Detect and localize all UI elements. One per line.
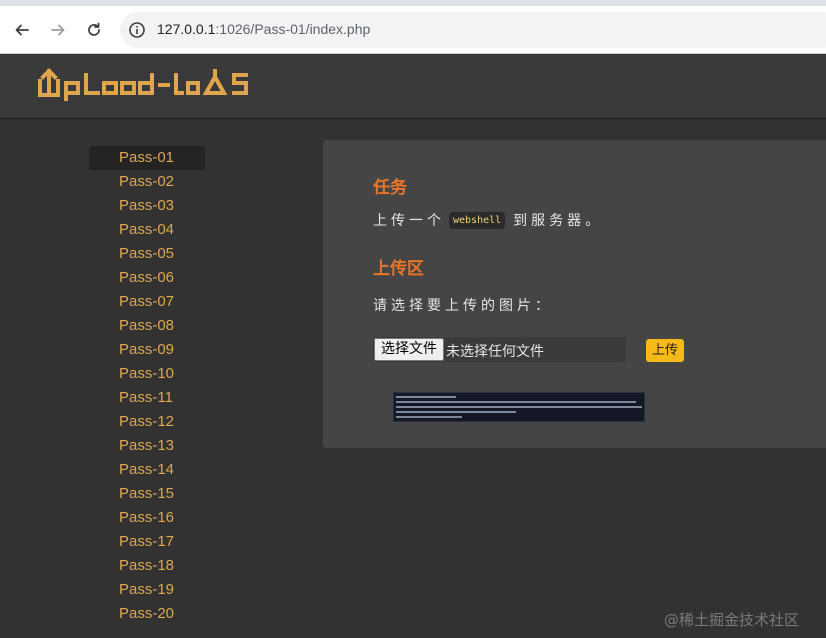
site-logo[interactable] — [36, 67, 266, 108]
terminal-line — [396, 406, 642, 408]
upload-button[interactable]: 上传 — [646, 339, 685, 362]
terminal-line — [396, 401, 636, 403]
terminal-line — [396, 411, 516, 413]
task-code-chip: webshell — [449, 211, 506, 229]
sidebar-item-pass-18[interactable]: Pass-18 — [89, 554, 205, 578]
forward-arrow-icon — [51, 24, 65, 36]
reload-button[interactable] — [82, 18, 106, 42]
juejin-watermark: @稀土掘金技术社区 — [664, 611, 800, 629]
address-bar[interactable]: 127.0.0.1:1026/Pass-01/index.php — [120, 12, 826, 48]
sidebar-item-pass-11[interactable]: Pass-11 — [89, 386, 205, 410]
url-host: 127.0.0.1 — [157, 21, 216, 37]
sidebar-item-pass-19[interactable]: Pass-19 — [89, 578, 205, 602]
sidebar-item-pass-01[interactable]: Pass-01 — [89, 146, 205, 170]
terminal-line — [396, 416, 462, 418]
file-status-text: 未选择任何文件 — [446, 344, 544, 360]
back-button[interactable] — [10, 18, 34, 42]
sidebar-item-pass-09[interactable]: Pass-09 — [89, 338, 205, 362]
main-panel: 任务 上传一个 webshell 到服务器。 上传区 请选择要上传的图片： 选择… — [323, 140, 826, 448]
address-url[interactable]: 127.0.0.1:1026/Pass-01/index.php — [157, 21, 370, 37]
file-input[interactable]: 选择文件 未选择任何文件 — [373, 337, 626, 362]
choose-file-label: 请选择要上传的图片： — [373, 297, 553, 313]
sidebar-item-pass-13[interactable]: Pass-13 — [89, 434, 205, 458]
task-suffix: 到服务器。 — [513, 212, 604, 228]
site-header — [0, 55, 826, 119]
sidebar-item-pass-20[interactable]: Pass-20 — [89, 602, 205, 626]
sidebar-item-pass-17[interactable]: Pass-17 — [89, 530, 205, 554]
task-description: 上传一个 webshell 到服务器。 — [373, 210, 603, 230]
back-arrow-icon — [15, 24, 29, 36]
url-path: :1026/Pass-01/index.php — [215, 21, 371, 37]
choose-file-button[interactable]: 选择文件 — [374, 338, 444, 361]
sidebar-item-pass-15[interactable]: Pass-15 — [89, 482, 205, 506]
sidebar-item-pass-04[interactable]: Pass-04 — [89, 218, 205, 242]
forward-button[interactable] — [46, 18, 70, 42]
sidebar-item-pass-06[interactable]: Pass-06 — [89, 266, 205, 290]
reload-icon — [88, 22, 100, 36]
upload-title: 上传区 — [373, 259, 424, 278]
sidebar-item-pass-12[interactable]: Pass-12 — [89, 410, 205, 434]
sidebar-item-pass-14[interactable]: Pass-14 — [89, 458, 205, 482]
sidebar-item-pass-03[interactable]: Pass-03 — [89, 194, 205, 218]
sidebar-item-pass-07[interactable]: Pass-07 — [89, 290, 205, 314]
sidebar-item-pass-16[interactable]: Pass-16 — [89, 506, 205, 530]
task-title: 任务 — [373, 178, 407, 197]
upload-labs-logo — [38, 68, 248, 101]
browser-toolbar: 127.0.0.1:1026/Pass-01/index.php — [0, 6, 826, 54]
sidebar-item-pass-05[interactable]: Pass-05 — [89, 242, 205, 266]
terminal-screenshot-image — [393, 392, 645, 422]
site-info-icon[interactable] — [128, 21, 146, 39]
pass-sidebar: Pass-01 Pass-02 Pass-03 Pass-04 Pass-05 … — [89, 146, 205, 626]
sidebar-item-pass-02[interactable]: Pass-02 — [89, 170, 205, 194]
sidebar-item-pass-10[interactable]: Pass-10 — [89, 362, 205, 386]
sidebar-item-pass-08[interactable]: Pass-08 — [89, 314, 205, 338]
task-prefix: 上传一个 — [373, 212, 445, 228]
terminal-line — [396, 396, 456, 398]
